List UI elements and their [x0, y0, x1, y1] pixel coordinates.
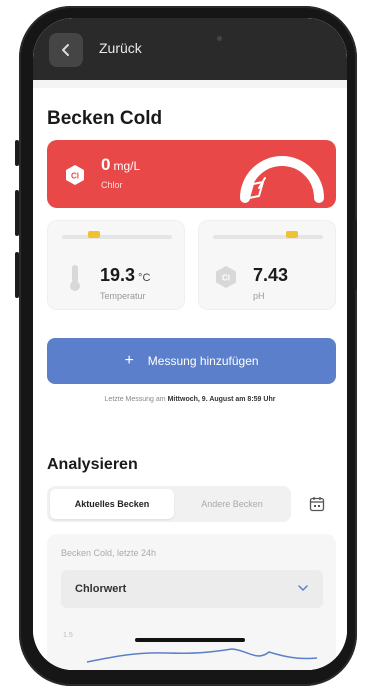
temperature-unit: °C [138, 272, 151, 284]
analysis-subtitle: Becken Cold, letzte 24h [61, 548, 157, 558]
chlor-value-row: 0 mg/L [101, 155, 140, 175]
temperature-range-indicator [88, 231, 101, 238]
calendar-icon [309, 497, 325, 512]
mute-switch [15, 140, 19, 166]
chlorine-trend-line [86, 648, 318, 663]
volume-up-button [15, 190, 19, 236]
ph-range-indicator [285, 231, 298, 238]
temperature-value-row: 19.3 °C [100, 265, 150, 286]
pool-segmented-control: Aktuelles Becken Andere Becken [47, 486, 291, 522]
analysis-title: Analysieren [47, 456, 138, 473]
chlor-value: 0 [101, 155, 111, 174]
app-screen: Zurück Becken Cold Cl 0 mg/L Chlor 19.3 … [33, 18, 347, 670]
plus-icon: + [124, 352, 134, 369]
ph-range-bar [213, 231, 323, 239]
tab-current-pool[interactable]: Aktuelles Becken [50, 489, 174, 519]
page-title: Becken Cold [47, 108, 163, 129]
main-content: Becken Cold Cl 0 mg/L Chlor 19.3 °C Temp… [33, 88, 347, 670]
thermometer-icon [70, 265, 80, 291]
ph-value: 7.43 [253, 265, 289, 285]
front-camera [217, 36, 222, 41]
temperature-value: 19.3 [100, 265, 136, 285]
volume-down-button [15, 252, 19, 298]
back-label[interactable]: Zurück [99, 40, 142, 56]
analysis-card: Becken Cold, letzte 24h Chlorwert 1.5 [47, 534, 336, 670]
back-button[interactable] [49, 33, 83, 67]
calendar-button[interactable] [303, 490, 331, 518]
chlor-card[interactable]: Cl 0 mg/L Chlor [47, 140, 336, 208]
chlor-label: Chlor [101, 180, 123, 190]
tab-other-pools[interactable]: Andere Becken [177, 489, 287, 519]
last-measurement-date: Mittwoch, 9. August am 8:59 Uhr [167, 396, 276, 403]
power-button [353, 220, 357, 290]
top-bar: Zurück [33, 18, 347, 80]
chevron-left-icon [62, 44, 69, 56]
metric-select-value: Chlorwert [75, 583, 127, 595]
svg-text:Cl: Cl [71, 172, 79, 181]
add-measurement-button[interactable]: + Messung hinzufügen [47, 338, 336, 384]
add-measurement-label: Messung hinzufügen [147, 354, 259, 368]
chlorine-icon: Cl [66, 165, 84, 185]
home-indicator [135, 638, 245, 642]
ph-card[interactable]: Cl 7.43 pH [198, 220, 336, 310]
temperature-card[interactable]: 19.3 °C Temperatur [47, 220, 185, 310]
chlor-gauge [240, 156, 324, 203]
metric-select[interactable]: Chlorwert [61, 570, 323, 608]
last-measurement-prefix: Letzte Messung am [104, 396, 166, 403]
chlorine-trend-chart [86, 648, 318, 663]
last-measurement-info: Letzte Messung am Mittwoch, 9. August am… [33, 396, 347, 403]
svg-text:Cl: Cl [222, 274, 230, 283]
temperature-label: Temperatur [100, 291, 146, 301]
ph-label: pH [253, 291, 265, 301]
chevron-down-icon [298, 585, 308, 592]
chlor-unit: mg/L [113, 159, 141, 173]
ph-chemical-icon: Cl [216, 266, 236, 288]
temperature-range-bar [62, 231, 172, 239]
ph-value-row: 7.43 [253, 265, 288, 286]
